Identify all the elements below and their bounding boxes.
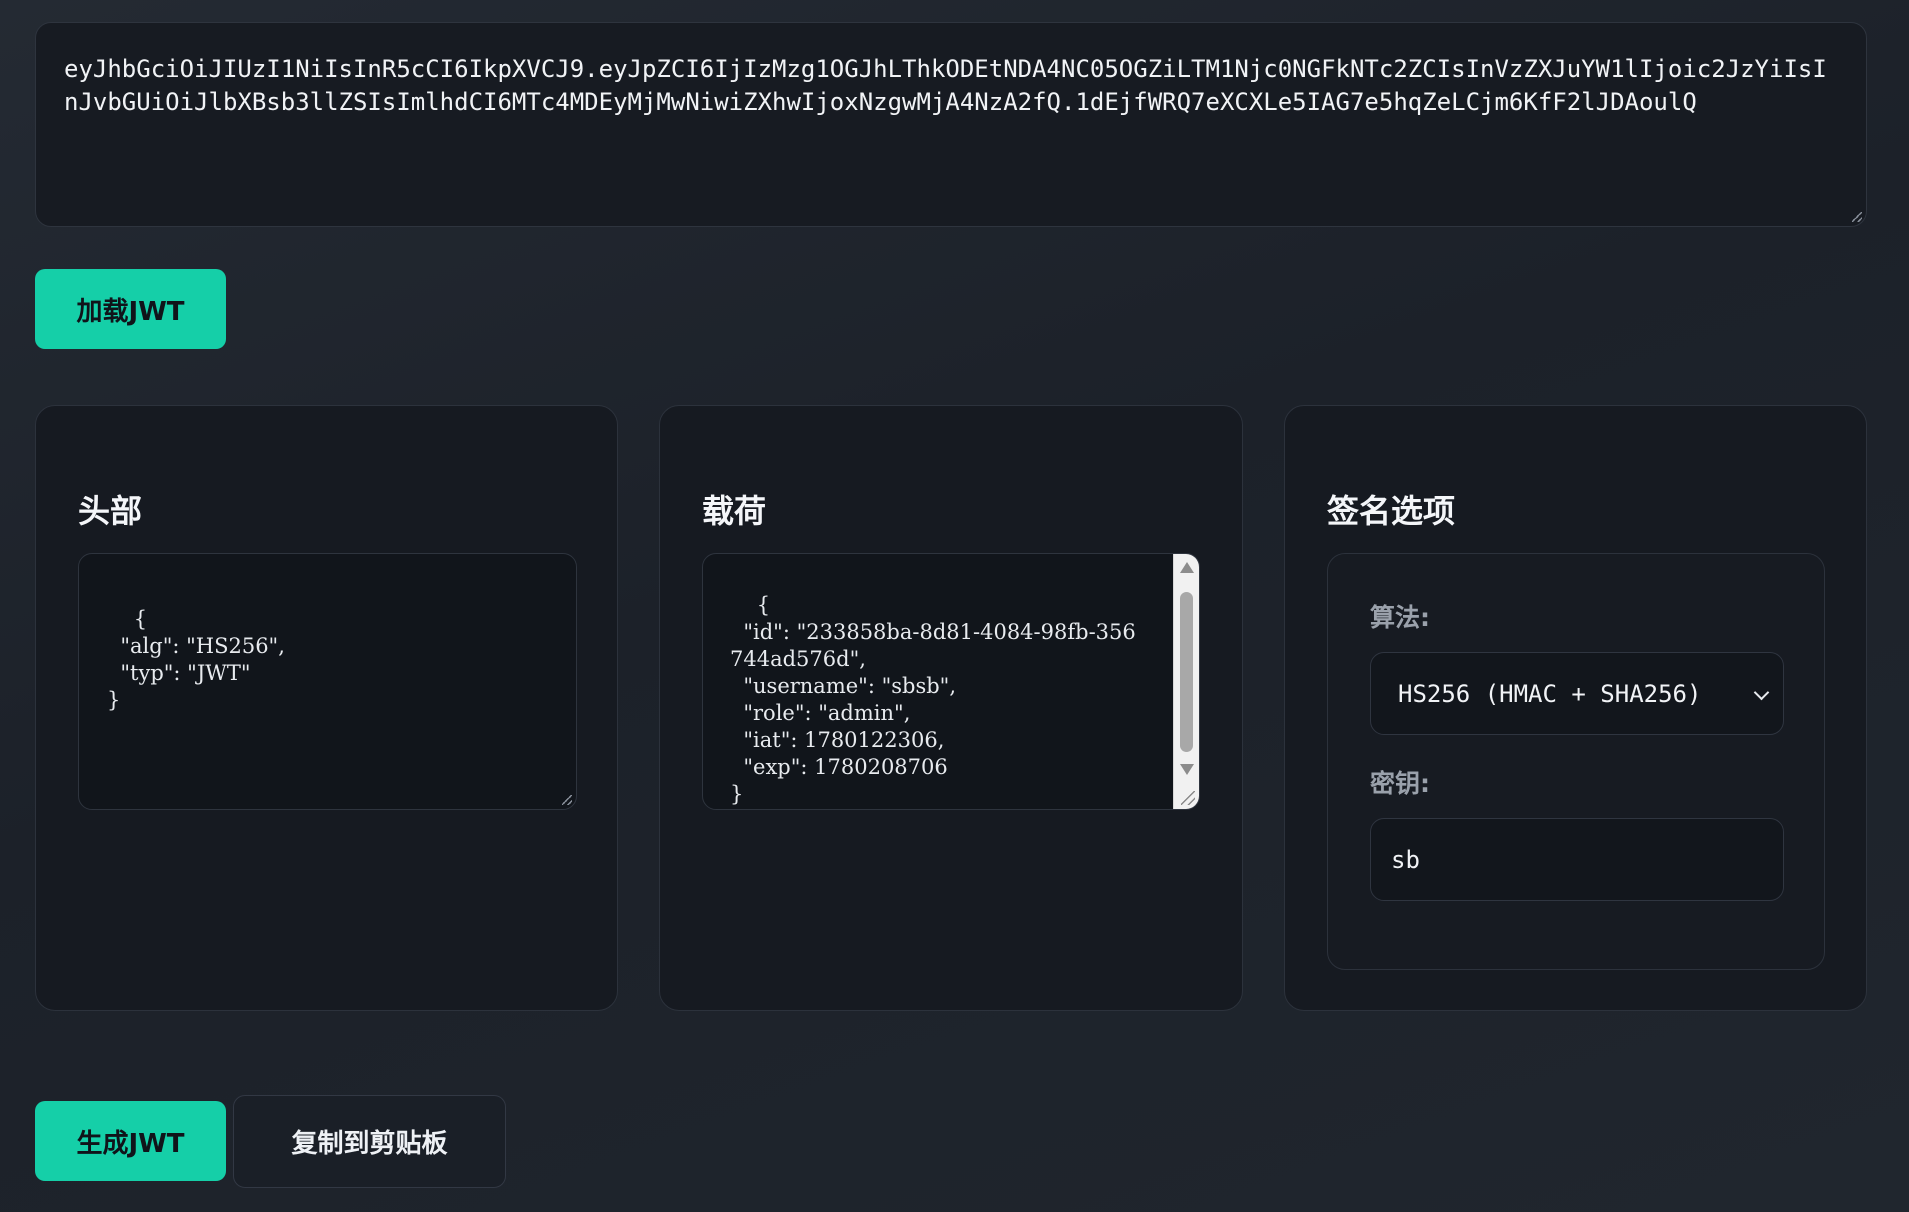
jwt-token-text: eyJhbGciOiJIUzI1NiIsInR5cCI6IkpXVCJ9.eyJ… [64, 55, 1827, 116]
secret-input-value: sb [1391, 845, 1420, 874]
header-panel-title: 头部 [78, 492, 143, 530]
header-panel: 头部 { "alg": "HS256", "typ": "JWT" } [35, 405, 618, 1011]
copy-to-clipboard-button[interactable]: 复制到剪贴板 [233, 1095, 506, 1188]
secret-input[interactable]: sb [1370, 818, 1784, 901]
scrollbar-thumb[interactable] [1180, 592, 1193, 752]
payload-panel: 载荷 { "id": "233858ba-8d81-4084-98fb-3567… [659, 405, 1243, 1011]
load-jwt-button[interactable]: 加载JWT [35, 269, 226, 349]
payload-json-text: { "id": "233858ba-8d81-4084-98fb-356744a… [730, 593, 1136, 806]
header-json-editor[interactable]: { "alg": "HS256", "typ": "JWT" } [78, 553, 577, 810]
scroll-up-arrow-icon[interactable] [1180, 562, 1194, 573]
algorithm-select[interactable]: HS256 (HMAC + SHA256) [1370, 652, 1784, 735]
resize-handle-icon[interactable] [1181, 791, 1195, 805]
signature-panel-title: 签名选项 [1327, 492, 1456, 530]
resize-handle-icon[interactable] [562, 795, 572, 805]
payload-json-editor[interactable]: { "id": "233858ba-8d81-4084-98fb-356744a… [702, 553, 1200, 810]
resize-handle-icon[interactable] [1852, 212, 1862, 222]
algorithm-label: 算法: [1370, 603, 1430, 632]
secret-label: 密钥: [1370, 769, 1430, 798]
header-json-text: { "alg": "HS256", "typ": "JWT" } [107, 607, 285, 712]
generate-jwt-button[interactable]: 生成JWT [35, 1101, 226, 1181]
signature-options-panel: 签名选项 算法: HS256 (HMAC + SHA256) 密钥: sb [1284, 405, 1867, 1011]
payload-panel-title: 载荷 [702, 492, 767, 530]
chevron-down-icon [1753, 684, 1770, 701]
payload-scrollbar[interactable] [1173, 554, 1199, 809]
signature-options-box: 算法: HS256 (HMAC + SHA256) 密钥: sb [1327, 553, 1825, 970]
jwt-token-input[interactable]: eyJhbGciOiJIUzI1NiIsInR5cCI6IkpXVCJ9.eyJ… [35, 22, 1867, 227]
algorithm-select-value: HS256 (HMAC + SHA256) [1398, 679, 1702, 708]
scroll-down-arrow-icon[interactable] [1180, 764, 1194, 775]
